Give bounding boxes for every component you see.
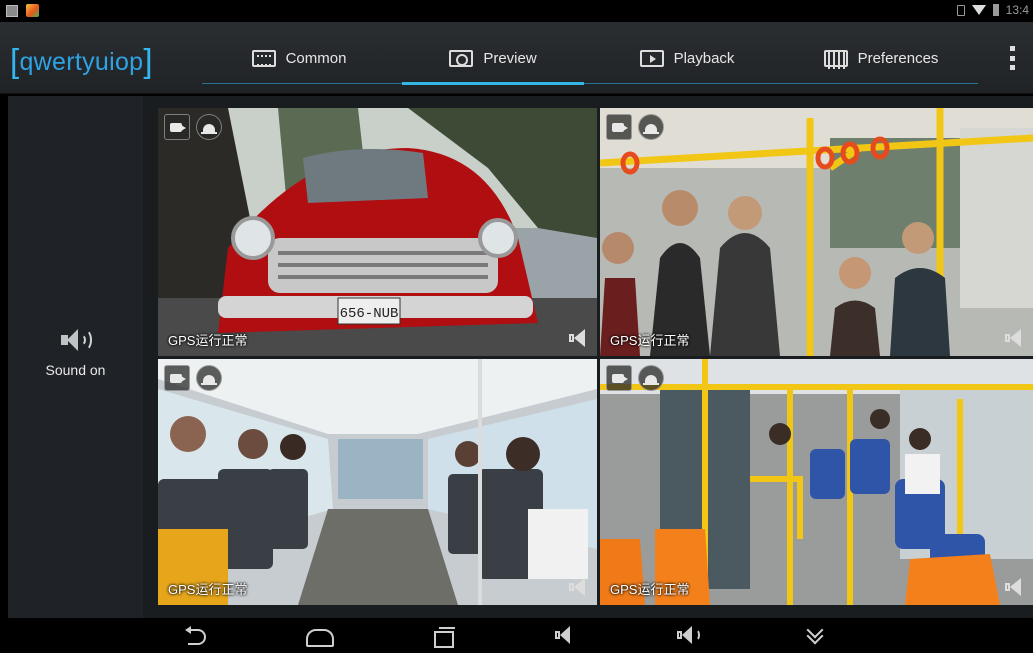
gps-status-label: GPS运行正常 [610,582,690,597]
gallery-icon [6,4,18,17]
video-channel-3[interactable]: GPS运行正常 [158,359,597,605]
speaker-on-icon [59,328,93,352]
sim-icon [956,4,965,16]
gps-status-label: GPS运行正常 [168,333,248,348]
system-nav-bar [0,618,1033,653]
overflow-menu-button[interactable] [1010,46,1015,70]
tab-label: Preview [483,49,537,67]
action-bar: [qwertyuiop] Common Preview Playback Pre… [0,22,1033,94]
video-channel-2[interactable]: GPS运行正常 [600,108,1033,356]
recent-apps-icon[interactable] [431,626,457,648]
gps-status-label: GPS运行正常 [610,333,690,348]
video-camera-icon[interactable] [164,114,190,140]
video-camera-icon[interactable] [164,365,190,391]
tab-label: Playback [673,49,735,67]
speaker-mute-icon[interactable] [1005,577,1023,597]
alarm-icon[interactable] [638,114,664,140]
alarm-icon[interactable] [196,365,222,391]
channel-1-video-frame: 656-NUB [158,108,597,356]
common-icon [251,49,276,67]
dot [1010,65,1015,70]
app-title-text: qwertyuiop [19,48,144,76]
status-bar: 13:4 [0,0,1033,22]
tab-label: Common [285,49,347,67]
alarm-icon[interactable] [638,365,664,391]
video-channel-4[interactable]: GPS运行正常 [600,359,1033,605]
chevron-down-icon[interactable] [803,626,829,646]
wifi-icon [971,5,986,15]
video-camera-icon[interactable] [606,365,632,391]
preferences-icon [823,49,848,69]
channel-4-video-frame [600,359,1033,605]
svg-text:656-NUB: 656-NUB [340,306,399,322]
alarm-icon[interactable] [196,114,222,140]
dot [1010,46,1015,51]
tabs-divider [202,83,978,84]
status-time: 13:4 [1005,3,1029,17]
channel-2-video-frame [600,108,1033,356]
volume-down-icon[interactable] [555,625,581,645]
back-icon[interactable] [184,626,210,646]
app-title: [qwertyuiop] [10,42,153,79]
sidebar: Sound on [8,96,143,618]
playback-icon [639,49,664,67]
sound-toggle-button[interactable]: Sound on [8,328,143,398]
sound-label: Sound on [45,362,106,378]
app-notification-icon [26,4,39,17]
volume-up-icon[interactable] [677,625,703,645]
home-icon[interactable] [305,626,334,647]
preview-icon [449,49,474,67]
video-camera-icon[interactable] [606,114,632,140]
channel-3-video-frame [158,359,597,605]
speaker-mute-icon[interactable] [569,577,587,597]
tab-label: Preferences [857,49,939,67]
battery-icon [992,4,999,16]
speaker-mute-icon[interactable] [1005,328,1023,348]
speaker-mute-icon[interactable] [569,328,587,348]
video-channel-1[interactable]: 656-NUB GPS运行正常 [158,108,597,356]
gps-status-label: GPS运行正常 [168,582,248,597]
dot [1010,55,1015,61]
